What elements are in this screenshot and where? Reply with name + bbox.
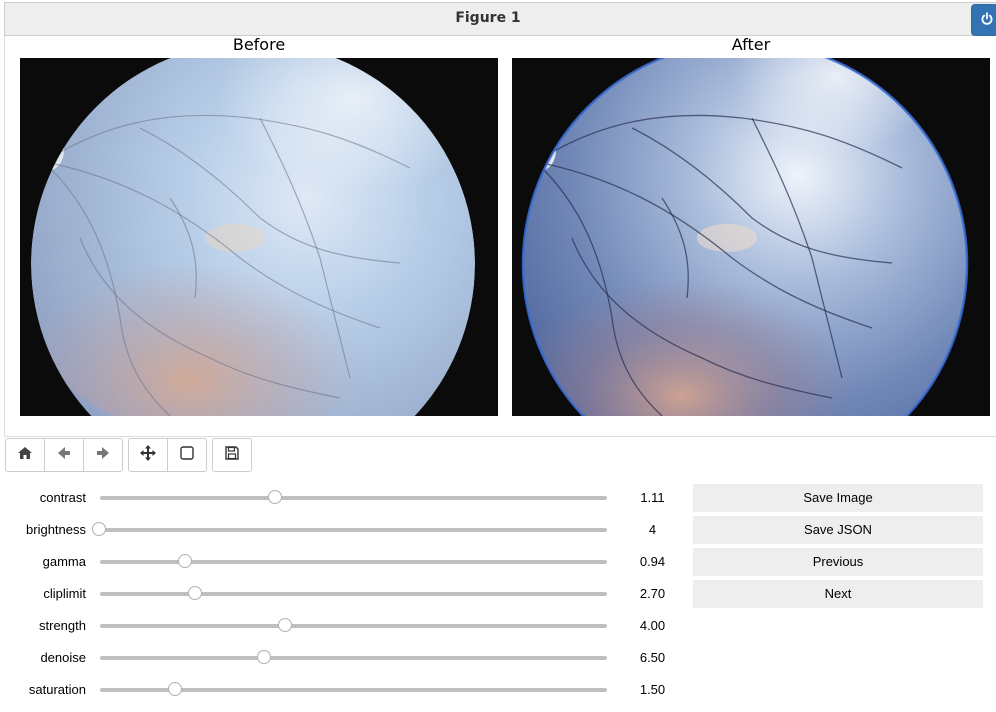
forward-arrow-icon xyxy=(95,445,111,465)
cliplimit-label: cliplimit xyxy=(43,586,86,601)
brightness-slider-handle[interactable] xyxy=(92,522,106,536)
forward-button[interactable] xyxy=(83,438,123,472)
brightness-value: 4 xyxy=(648,522,657,537)
brightness-slider[interactable] xyxy=(92,522,607,536)
home-icon xyxy=(17,445,33,465)
back-arrow-icon xyxy=(56,445,72,465)
gamma-slider-row: gamma 0.94 xyxy=(0,550,680,574)
back-button[interactable] xyxy=(44,438,84,472)
gamma-value: 0.94 xyxy=(639,554,666,569)
saturation-value: 1.50 xyxy=(639,682,666,697)
contrast-slider-handle[interactable] xyxy=(267,490,282,504)
cliplimit-slider-handle[interactable] xyxy=(188,586,203,600)
saturation-slider-handle[interactable] xyxy=(168,682,183,696)
cliplimit-value: 2.70 xyxy=(639,586,666,601)
contrast-value: 1.11 xyxy=(640,490,665,505)
after-fundus-image xyxy=(512,58,990,416)
pan-button[interactable] xyxy=(128,438,168,472)
contrast-slider[interactable] xyxy=(100,490,607,504)
strength-slider-handle[interactable] xyxy=(278,618,293,632)
figure-title: Figure 1 xyxy=(455,10,521,26)
figure-header: Figure 1 xyxy=(4,2,996,36)
strength-value: 4.00 xyxy=(639,618,666,633)
denoise-slider[interactable] xyxy=(100,650,607,664)
contrast-label: contrast xyxy=(39,490,86,505)
next-button[interactable]: Next xyxy=(693,580,983,608)
gamma-slider[interactable] xyxy=(100,554,607,568)
saturation-slider[interactable] xyxy=(100,682,607,696)
navigation-toolbar xyxy=(5,438,257,472)
saturation-label: saturation xyxy=(28,682,86,697)
strength-slider-row: strength 4.00 xyxy=(0,614,680,638)
saturation-slider-row: saturation 1.50 xyxy=(0,678,680,702)
power-icon xyxy=(980,11,994,30)
denoise-value: 6.50 xyxy=(639,650,666,665)
before-panel-title: Before xyxy=(232,35,286,54)
zoom-rect-button[interactable] xyxy=(167,438,207,472)
strength-slider[interactable] xyxy=(100,618,607,632)
before-fundus-image xyxy=(20,58,498,416)
gamma-label: gamma xyxy=(42,554,86,569)
save-image-button[interactable]: Save Image xyxy=(693,484,983,512)
gamma-slider-handle[interactable] xyxy=(177,554,192,568)
zoom-rectangle-icon xyxy=(179,445,195,465)
pan-move-icon xyxy=(139,444,157,466)
brightness-label: brightness xyxy=(26,522,86,537)
denoise-slider-handle[interactable] xyxy=(256,650,271,664)
previous-button[interactable]: Previous xyxy=(693,548,983,576)
strength-label: strength xyxy=(39,618,86,633)
denoise-slider-row: denoise 6.50 xyxy=(0,646,680,670)
after-panel-title: After xyxy=(731,35,771,54)
cliplimit-slider[interactable] xyxy=(100,586,607,600)
contrast-slider-row: contrast 1.11 xyxy=(0,486,680,510)
brightness-slider-row: brightness 4 xyxy=(0,518,680,542)
close-figure-button[interactable] xyxy=(971,4,996,36)
cliplimit-slider-row: cliplimit 2.70 xyxy=(0,582,680,606)
denoise-label: denoise xyxy=(40,650,86,665)
home-button[interactable] xyxy=(5,438,45,472)
save-disk-icon xyxy=(224,445,240,465)
save-json-button[interactable]: Save JSON xyxy=(693,516,983,544)
save-figure-button[interactable] xyxy=(212,438,252,472)
